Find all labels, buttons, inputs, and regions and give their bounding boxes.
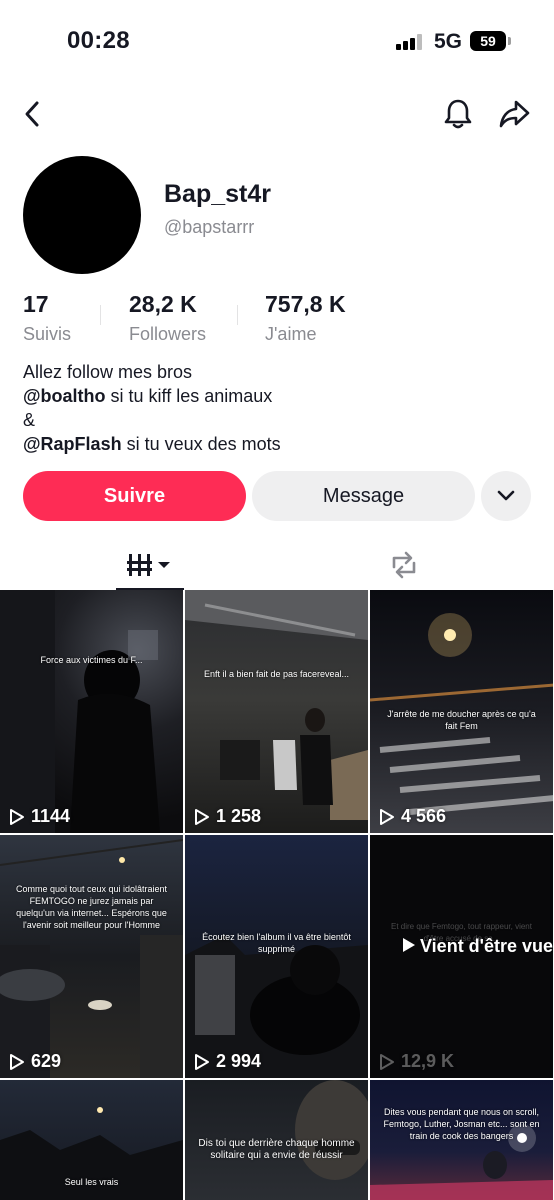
video-caption: Dites vous pendant que nous on scroll, F… bbox=[383, 1107, 540, 1141]
bio-text: si tu kiff les animaux bbox=[105, 386, 273, 406]
view-count-value: 1 258 bbox=[216, 806, 262, 826]
bio-text: si tu veux des mots bbox=[121, 434, 281, 454]
network-type: 5G bbox=[434, 30, 463, 53]
stat-label: Followers bbox=[129, 324, 207, 344]
suggested-accounts-button[interactable] bbox=[481, 471, 531, 521]
bio: Allez follow mes bros @boaltho si tu kif… bbox=[23, 360, 281, 456]
follow-button[interactable]: Suivre bbox=[23, 471, 246, 521]
play-icon bbox=[380, 808, 394, 825]
video-caption: J'arrête de me doucher après ce qu'a fai… bbox=[387, 709, 536, 731]
view-count: 4 566 bbox=[379, 806, 446, 827]
chevron-down-icon bbox=[497, 490, 515, 501]
video-caption: Enft il a bien fait de pas facereveal... bbox=[203, 669, 350, 679]
video-thumbnail[interactable]: Et dire que Femtogo, tout rappeur, vient… bbox=[370, 835, 553, 1078]
stat-followers[interactable]: 28,2 K Followers bbox=[129, 291, 206, 345]
status-time: 00:28 bbox=[67, 27, 130, 54]
play-icon bbox=[10, 1053, 24, 1070]
play-icon bbox=[380, 1053, 394, 1070]
thumbnail-scene bbox=[185, 935, 368, 1078]
stat-value: 28,2 K bbox=[129, 291, 197, 317]
share-button[interactable] bbox=[496, 96, 532, 132]
battery-icon: 59 bbox=[470, 31, 511, 51]
video-thumbnail[interactable]: Seul les vrais bbox=[0, 1080, 183, 1200]
stat-likes[interactable]: 757,8 K J'aime bbox=[265, 291, 346, 345]
thumbnail-scene bbox=[0, 839, 183, 1078]
divider bbox=[237, 305, 238, 325]
bell-icon bbox=[444, 99, 472, 129]
bio-line: Allez follow mes bros bbox=[23, 362, 193, 382]
view-count-value: 629 bbox=[31, 1051, 62, 1071]
stat-label: J'aime bbox=[265, 324, 317, 344]
video-caption: Seul les vrais bbox=[64, 1177, 119, 1187]
bio-line: @boaltho si tu kiff les animaux bbox=[23, 384, 281, 408]
view-count: 12,9 K bbox=[379, 1051, 454, 1072]
signal-icon bbox=[396, 34, 426, 50]
video-caption: Dis toi que derrière chaque homme solita… bbox=[198, 1138, 355, 1161]
chevron-left-icon bbox=[25, 101, 39, 127]
username: @bapstarrr bbox=[164, 217, 255, 237]
divider bbox=[100, 305, 101, 325]
view-count-value: 2 994 bbox=[216, 1051, 262, 1071]
tab-videos[interactable] bbox=[116, 540, 184, 590]
stat-value: 757,8 K bbox=[265, 291, 346, 317]
thumbnail-scene bbox=[0, 590, 160, 833]
play-icon bbox=[195, 808, 209, 825]
stat-following[interactable]: 17 Suivis bbox=[23, 291, 71, 345]
tab-reposts[interactable] bbox=[370, 540, 438, 590]
video-thumbnail[interactable]: Comme quoi tout ceux qui idolâtraient FE… bbox=[0, 835, 183, 1078]
view-count-value: 1144 bbox=[31, 806, 71, 826]
stat-label: Suivis bbox=[23, 324, 72, 344]
share-arrow-icon bbox=[499, 100, 530, 128]
play-icon bbox=[195, 1053, 209, 1070]
stat-value: 17 bbox=[23, 291, 49, 317]
view-count: 1 258 bbox=[194, 806, 261, 827]
view-count: 2 994 bbox=[194, 1051, 261, 1072]
video-thumbnail[interactable]: Dis toi que derrière chaque homme solita… bbox=[185, 1080, 368, 1200]
play-icon bbox=[403, 938, 415, 952]
back-button[interactable] bbox=[14, 96, 50, 132]
bio-line: & bbox=[23, 410, 36, 430]
video-thumbnail[interactable]: Force aux victimes du F... 1144 bbox=[0, 590, 183, 833]
avatar[interactable] bbox=[23, 156, 141, 274]
display-name: Bap_st4r bbox=[164, 180, 271, 208]
view-count-value: 4 566 bbox=[401, 806, 447, 826]
message-button[interactable]: Message bbox=[252, 471, 475, 521]
video-caption: Comme quoi tout ceux qui idolâtraient FE… bbox=[15, 884, 168, 930]
thumbnail-scene bbox=[185, 590, 368, 820]
video-caption: Écoutez bien l'album il va être bientôt … bbox=[202, 932, 351, 954]
view-count: 629 bbox=[9, 1051, 61, 1072]
video-thumbnail[interactable]: Écoutez bien l'album il va être bientôt … bbox=[185, 835, 368, 1078]
mention-link[interactable]: @RapFlash bbox=[23, 434, 122, 454]
video-thumbnail[interactable]: Enft il a bien fait de pas facereveal...… bbox=[185, 590, 368, 833]
video-caption: Force aux victimes du F... bbox=[40, 655, 143, 665]
bio-line: @RapFlash si tu veux des mots bbox=[23, 432, 281, 456]
just-viewed-badge: Vient d'être vue bbox=[402, 933, 553, 959]
status-bar: 00:28 5G 59 bbox=[0, 0, 554, 80]
view-count-value: 12,9 K bbox=[401, 1051, 455, 1071]
video-thumbnail[interactable]: J'arrête de me doucher après ce qu'a fai… bbox=[370, 590, 553, 833]
play-icon bbox=[10, 808, 24, 825]
view-count: 1144 bbox=[9, 806, 70, 827]
repost-icon bbox=[392, 551, 416, 579]
mention-link[interactable]: @boaltho bbox=[23, 386, 106, 406]
grid-icon bbox=[127, 554, 170, 576]
video-thumbnail[interactable]: Dites vous pendant que nous on scroll, F… bbox=[370, 1080, 553, 1200]
notifications-button[interactable] bbox=[440, 96, 476, 132]
just-viewed-label: Vient d'être vue bbox=[420, 936, 553, 956]
